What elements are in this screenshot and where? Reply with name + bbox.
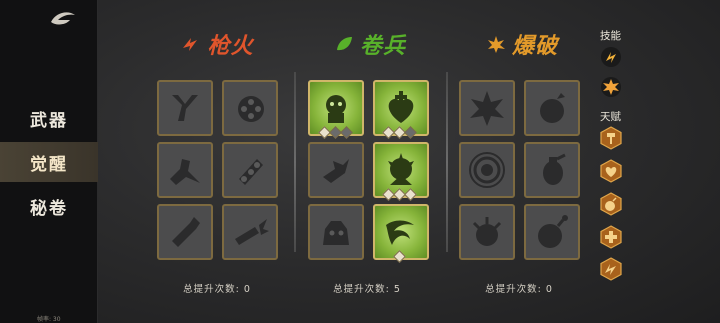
skill-slot[interactable] xyxy=(459,204,515,260)
talent-plus-icon[interactable] xyxy=(599,225,623,249)
sidebar-item-awaken[interactable]: 觉醒 xyxy=(0,142,98,182)
swift-strike-icon xyxy=(323,159,349,183)
shockwave-icon xyxy=(469,152,505,188)
sidebar-item-scrolls[interactable]: 秘卷 xyxy=(0,186,98,226)
upgrade-level-dots xyxy=(382,188,417,201)
shotgun-blast-icon xyxy=(235,219,269,245)
talent-hammer-icon[interactable] xyxy=(599,126,623,150)
column-header: 枪火 xyxy=(150,28,285,60)
total-upgrade-count: 总提升次数: 5 xyxy=(333,284,401,295)
explosion-icon xyxy=(487,36,505,53)
upgrade-level-dots xyxy=(393,250,406,263)
talent-bomb-icon[interactable] xyxy=(599,192,623,216)
skill-slot[interactable] xyxy=(459,80,515,136)
sidebar-item-weapons[interactable]: 武器 xyxy=(0,98,98,138)
heal-heart-icon xyxy=(388,91,414,123)
skill-slot-fire-icon[interactable] xyxy=(600,46,622,68)
skills-label: 技能 xyxy=(600,30,621,42)
dual-gun-icon xyxy=(172,95,198,121)
skill-slot[interactable] xyxy=(308,142,364,198)
skill-slot[interactable] xyxy=(222,204,278,260)
skill-slot[interactable] xyxy=(157,142,213,198)
column-divider xyxy=(294,72,296,252)
logo-icon xyxy=(51,12,75,25)
skill-slot[interactable] xyxy=(524,80,580,136)
bullet-belt-icon xyxy=(239,159,263,185)
skill-slot[interactable] xyxy=(222,142,278,198)
thorn-guardian-icon xyxy=(388,153,414,185)
talent-heart-icon[interactable] xyxy=(599,159,623,183)
talent-speed-icon[interactable] xyxy=(599,257,623,281)
level-dot xyxy=(404,188,417,201)
talent-label: 天赋 xyxy=(600,111,621,123)
skill-slot[interactable] xyxy=(308,204,364,260)
beast-companion-icon xyxy=(323,221,349,245)
level-dot xyxy=(393,250,406,263)
bomb-icon xyxy=(538,215,568,248)
blast-burst-icon xyxy=(470,91,504,126)
level-dot xyxy=(404,126,417,139)
upgrade-level-dots xyxy=(318,126,353,139)
skill-slot[interactable] xyxy=(524,204,580,260)
skill-slot[interactable] xyxy=(222,80,278,136)
skill-slot-explosion-icon[interactable] xyxy=(600,76,622,98)
fire-shot-icon xyxy=(183,38,198,51)
total-upgrade-count: 总提升次数: 0 xyxy=(485,284,553,295)
rocket-gun-icon xyxy=(172,217,200,247)
bomber-icon xyxy=(540,93,565,123)
column-header: 爆破 xyxy=(452,28,592,60)
skill-slot[interactable] xyxy=(157,80,213,136)
grenade-throw-icon xyxy=(543,153,566,185)
total-upgrade-count: 总提升次数: 0 xyxy=(183,284,251,295)
revolver-cylinder-icon xyxy=(238,96,264,122)
mine-trap-icon xyxy=(472,217,502,246)
summoner-icon xyxy=(326,95,346,123)
column-divider xyxy=(446,72,448,252)
gunslinger-icon xyxy=(170,159,200,185)
skill-slot[interactable] xyxy=(459,142,515,198)
level-dot xyxy=(340,126,353,139)
leaf-icon xyxy=(336,37,352,51)
right-panel: 技能 天赋 xyxy=(590,0,640,323)
wind-spirit-icon xyxy=(386,220,414,245)
fps-label: 帧率: 30 xyxy=(37,316,61,323)
skill-slot[interactable] xyxy=(157,204,213,260)
sidebar: 武器 觉醒 秘卷 帧率: 30 xyxy=(0,0,98,323)
skill-slot[interactable] xyxy=(524,142,580,198)
column-header: 卷兵 xyxy=(300,28,440,60)
column-title: 爆破 xyxy=(511,33,558,59)
column-title: 卷兵 xyxy=(359,33,406,59)
upgrade-level-dots xyxy=(382,126,417,139)
column-title: 枪火 xyxy=(207,33,254,59)
